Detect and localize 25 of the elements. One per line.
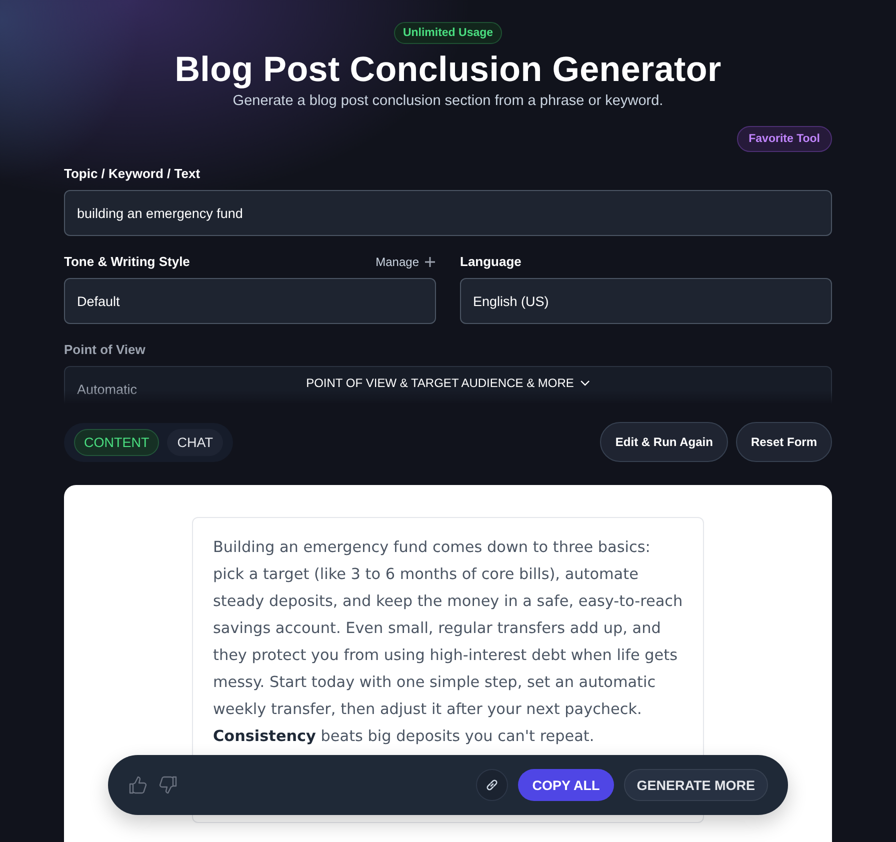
copy-link-button[interactable] xyxy=(476,769,508,801)
view-tab[interactable]: CONTENT xyxy=(74,428,160,456)
thumbs-up-icon[interactable] xyxy=(128,775,148,795)
action-button[interactable]: Edit & Run Again xyxy=(600,422,728,462)
more-options-toggle[interactable]: POINT OF VIEW & TARGET AUDIENCE & MORE xyxy=(306,376,590,390)
conclusion-text: Building an emergency fund comes down to three basics: pick a target (like 3 to 6 months of core bills), automate steady deposits, and keep the money in a safe, easy-to-reach savings account. Even small, regular transfers add up, and they protect you from using high-interest debt when life gets messy. Start today with one simple step, set an automatic weekly transfer, then adjust it after your next paycheck. Consistency beats big deposits you can't repeat. xyxy=(213,537,683,747)
tone-select[interactable]: Default xyxy=(64,278,436,324)
copy-all-button[interactable]: COPY ALL xyxy=(518,769,614,801)
chevron-down-icon xyxy=(580,380,590,386)
usage-badge: Unlimited Usage xyxy=(394,22,502,44)
page-subtitle: Generate a blog post conclusion section from a phrase or keyword. xyxy=(232,92,664,111)
page-title: Blog Post Conclusion Generator xyxy=(174,50,722,90)
favorite-button[interactable]: Favorite Tool xyxy=(736,126,832,152)
field-label: Topic / Keyword / Text xyxy=(64,166,202,182)
field-label: Point of View xyxy=(64,342,146,358)
thumbs-down-icon[interactable] xyxy=(158,775,178,795)
generate-more-button[interactable]: GENERATE MORE xyxy=(624,769,768,801)
language-select[interactable]: English (US) xyxy=(460,278,832,324)
action-button[interactable]: Reset Form xyxy=(736,422,832,462)
field-label: Language xyxy=(460,254,522,270)
view-tab[interactable]: CHAT xyxy=(167,428,223,456)
manage-button[interactable]: Manage xyxy=(376,255,436,269)
field-label: Tone & Writing Style xyxy=(64,254,190,270)
topic-field[interactable]: building an emergency fund xyxy=(64,190,832,236)
plus-icon xyxy=(424,256,436,268)
